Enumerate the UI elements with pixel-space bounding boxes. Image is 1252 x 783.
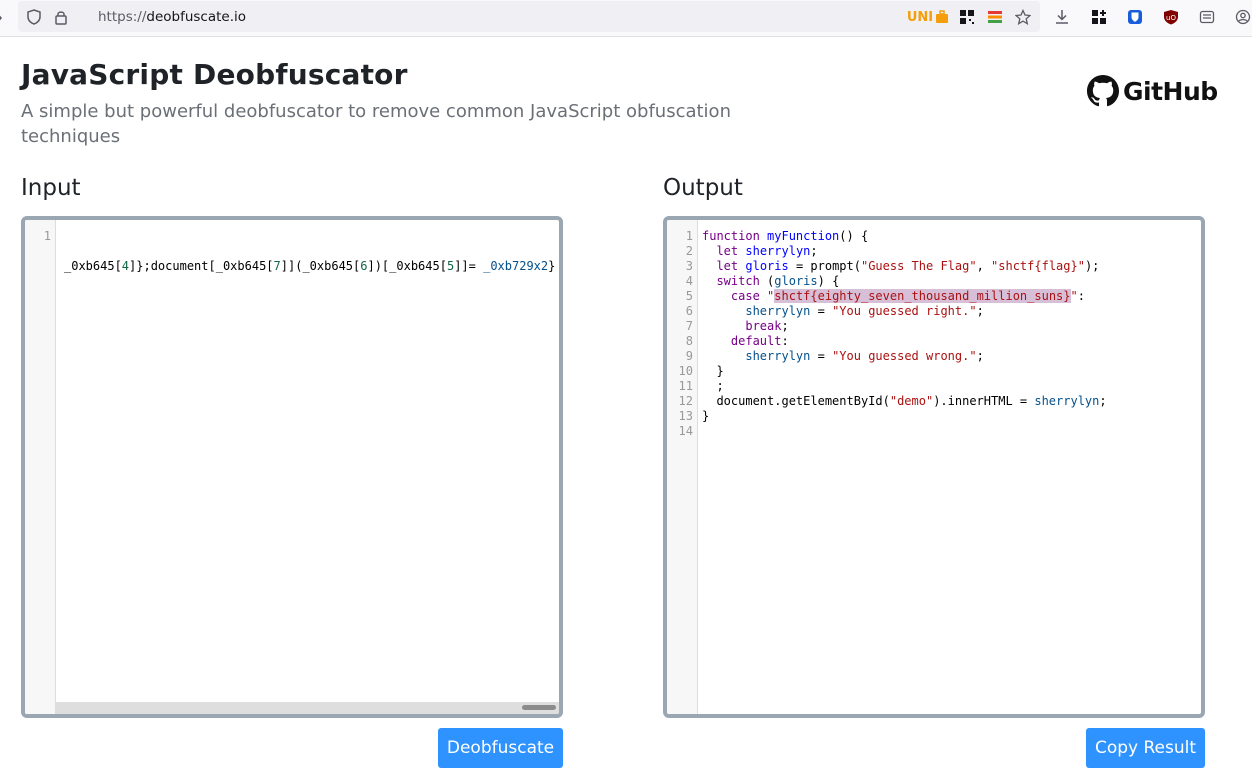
code-line: }: [702, 364, 724, 378]
line-number: 1: [43, 229, 51, 243]
downloads-icon[interactable]: [1054, 9, 1070, 25]
extensions-icon[interactable]: [1091, 9, 1107, 25]
line-number: 6: [685, 304, 693, 318]
scrollbar-thumb[interactable]: [522, 705, 556, 710]
url-text[interactable]: https://deobfuscate.io: [98, 9, 246, 25]
line-number: 10: [678, 364, 693, 378]
input-gutter: [25, 220, 56, 714]
line-number: 12: [678, 394, 693, 408]
url-host: deobfuscate.io: [146, 9, 247, 25]
code-line: case "shctf{eighty_seven_thousand_millio…: [730, 289, 1085, 303]
lock-icon[interactable]: [53, 9, 69, 25]
browser-toolbar: https://deobfuscate.io UNI uO: [0, 0, 1252, 37]
input-code-line: _0xb645[4]};document[_0xb645[7]](_0xb645…: [64, 259, 556, 273]
line-number: 13: [678, 409, 693, 423]
github-icon: [1087, 75, 1119, 107]
line-number: 3: [685, 259, 693, 273]
line-number: 8: [685, 334, 693, 348]
line-number: 9: [685, 349, 693, 363]
code-line: let sherrylyn;: [716, 244, 818, 258]
address-bar[interactable]: https://deobfuscate.io UNI: [18, 1, 1040, 32]
line-number: 1: [685, 229, 693, 243]
input-editor[interactable]: 1 _0xb645[4]};document[_0xb645[7]](_0xb6…: [21, 216, 563, 718]
input-horizontal-scrollbar[interactable]: [56, 702, 559, 714]
github-link[interactable]: GitHub: [1087, 75, 1218, 107]
input-heading: Input: [21, 175, 81, 201]
deobfuscate-button[interactable]: Deobfuscate: [438, 728, 563, 768]
code-line: switch (gloris) {: [716, 274, 840, 288]
ublock-origin-icon[interactable]: uO: [1163, 9, 1179, 25]
line-number: 7: [685, 319, 693, 333]
copy-result-button[interactable]: Copy Result: [1086, 728, 1205, 768]
bitwarden-icon[interactable]: [1127, 9, 1143, 25]
input-line-numbers: 1: [25, 229, 51, 244]
account-icon[interactable]: [1235, 9, 1251, 25]
code-line: default:: [730, 334, 789, 348]
input-code[interactable]: _0xb645[4]};document[_0xb645[7]](_0xb645…: [64, 229, 555, 304]
line-number: 2: [685, 244, 693, 258]
github-label: GitHub: [1123, 76, 1218, 106]
code-line: sherrylyn = "You guessed right.";: [745, 304, 984, 318]
tracking-protection-icon[interactable]: [26, 9, 42, 25]
code-line: function myFunction() {: [702, 229, 869, 243]
code-line: document.getElementById("demo").innerHTM…: [702, 394, 1107, 408]
code-line: }: [702, 409, 710, 423]
url-scheme: https://: [98, 9, 147, 25]
uni-extension[interactable]: UNI: [903, 8, 953, 26]
bookmark-star-icon[interactable]: [1015, 9, 1031, 25]
code-line: break;: [745, 319, 789, 333]
qr-code-icon[interactable]: [959, 9, 975, 25]
page-subtitle: A simple but powerful deobfuscator to re…: [21, 101, 731, 147]
line-number: 14: [678, 424, 693, 438]
code-line: let gloris = prompt("Guess The Flag", "s…: [716, 259, 1100, 273]
line-number: 5: [685, 289, 693, 303]
code-line: ;: [702, 379, 724, 393]
output-code[interactable]: function myFunction() { let sherrylyn; l…: [702, 229, 1107, 439]
uni-label: UNI: [906, 9, 934, 25]
output-line-numbers: 1 2 3 4 5 6 7 8 9 10 11 12 13 14: [667, 229, 693, 439]
code-line: ​: [702, 424, 1107, 439]
reader-view-icon[interactable]: [1199, 9, 1215, 25]
svg-text:uO: uO: [1166, 14, 1176, 22]
output-heading: Output: [663, 175, 743, 201]
code-line: sherrylyn = "You guessed wrong.";: [745, 349, 984, 363]
page-title: JavaScript Deobfuscator: [21, 58, 408, 91]
colorful-extension-icon[interactable]: [987, 9, 1003, 25]
briefcase-icon: [936, 10, 949, 23]
line-number: 4: [685, 274, 693, 288]
line-number: 11: [678, 379, 693, 393]
sidebar-toggle-icon[interactable]: [0, 10, 4, 26]
output-editor[interactable]: 1 2 3 4 5 6 7 8 9 10 11 12 13 14 function myFunction(…: [663, 216, 1205, 718]
